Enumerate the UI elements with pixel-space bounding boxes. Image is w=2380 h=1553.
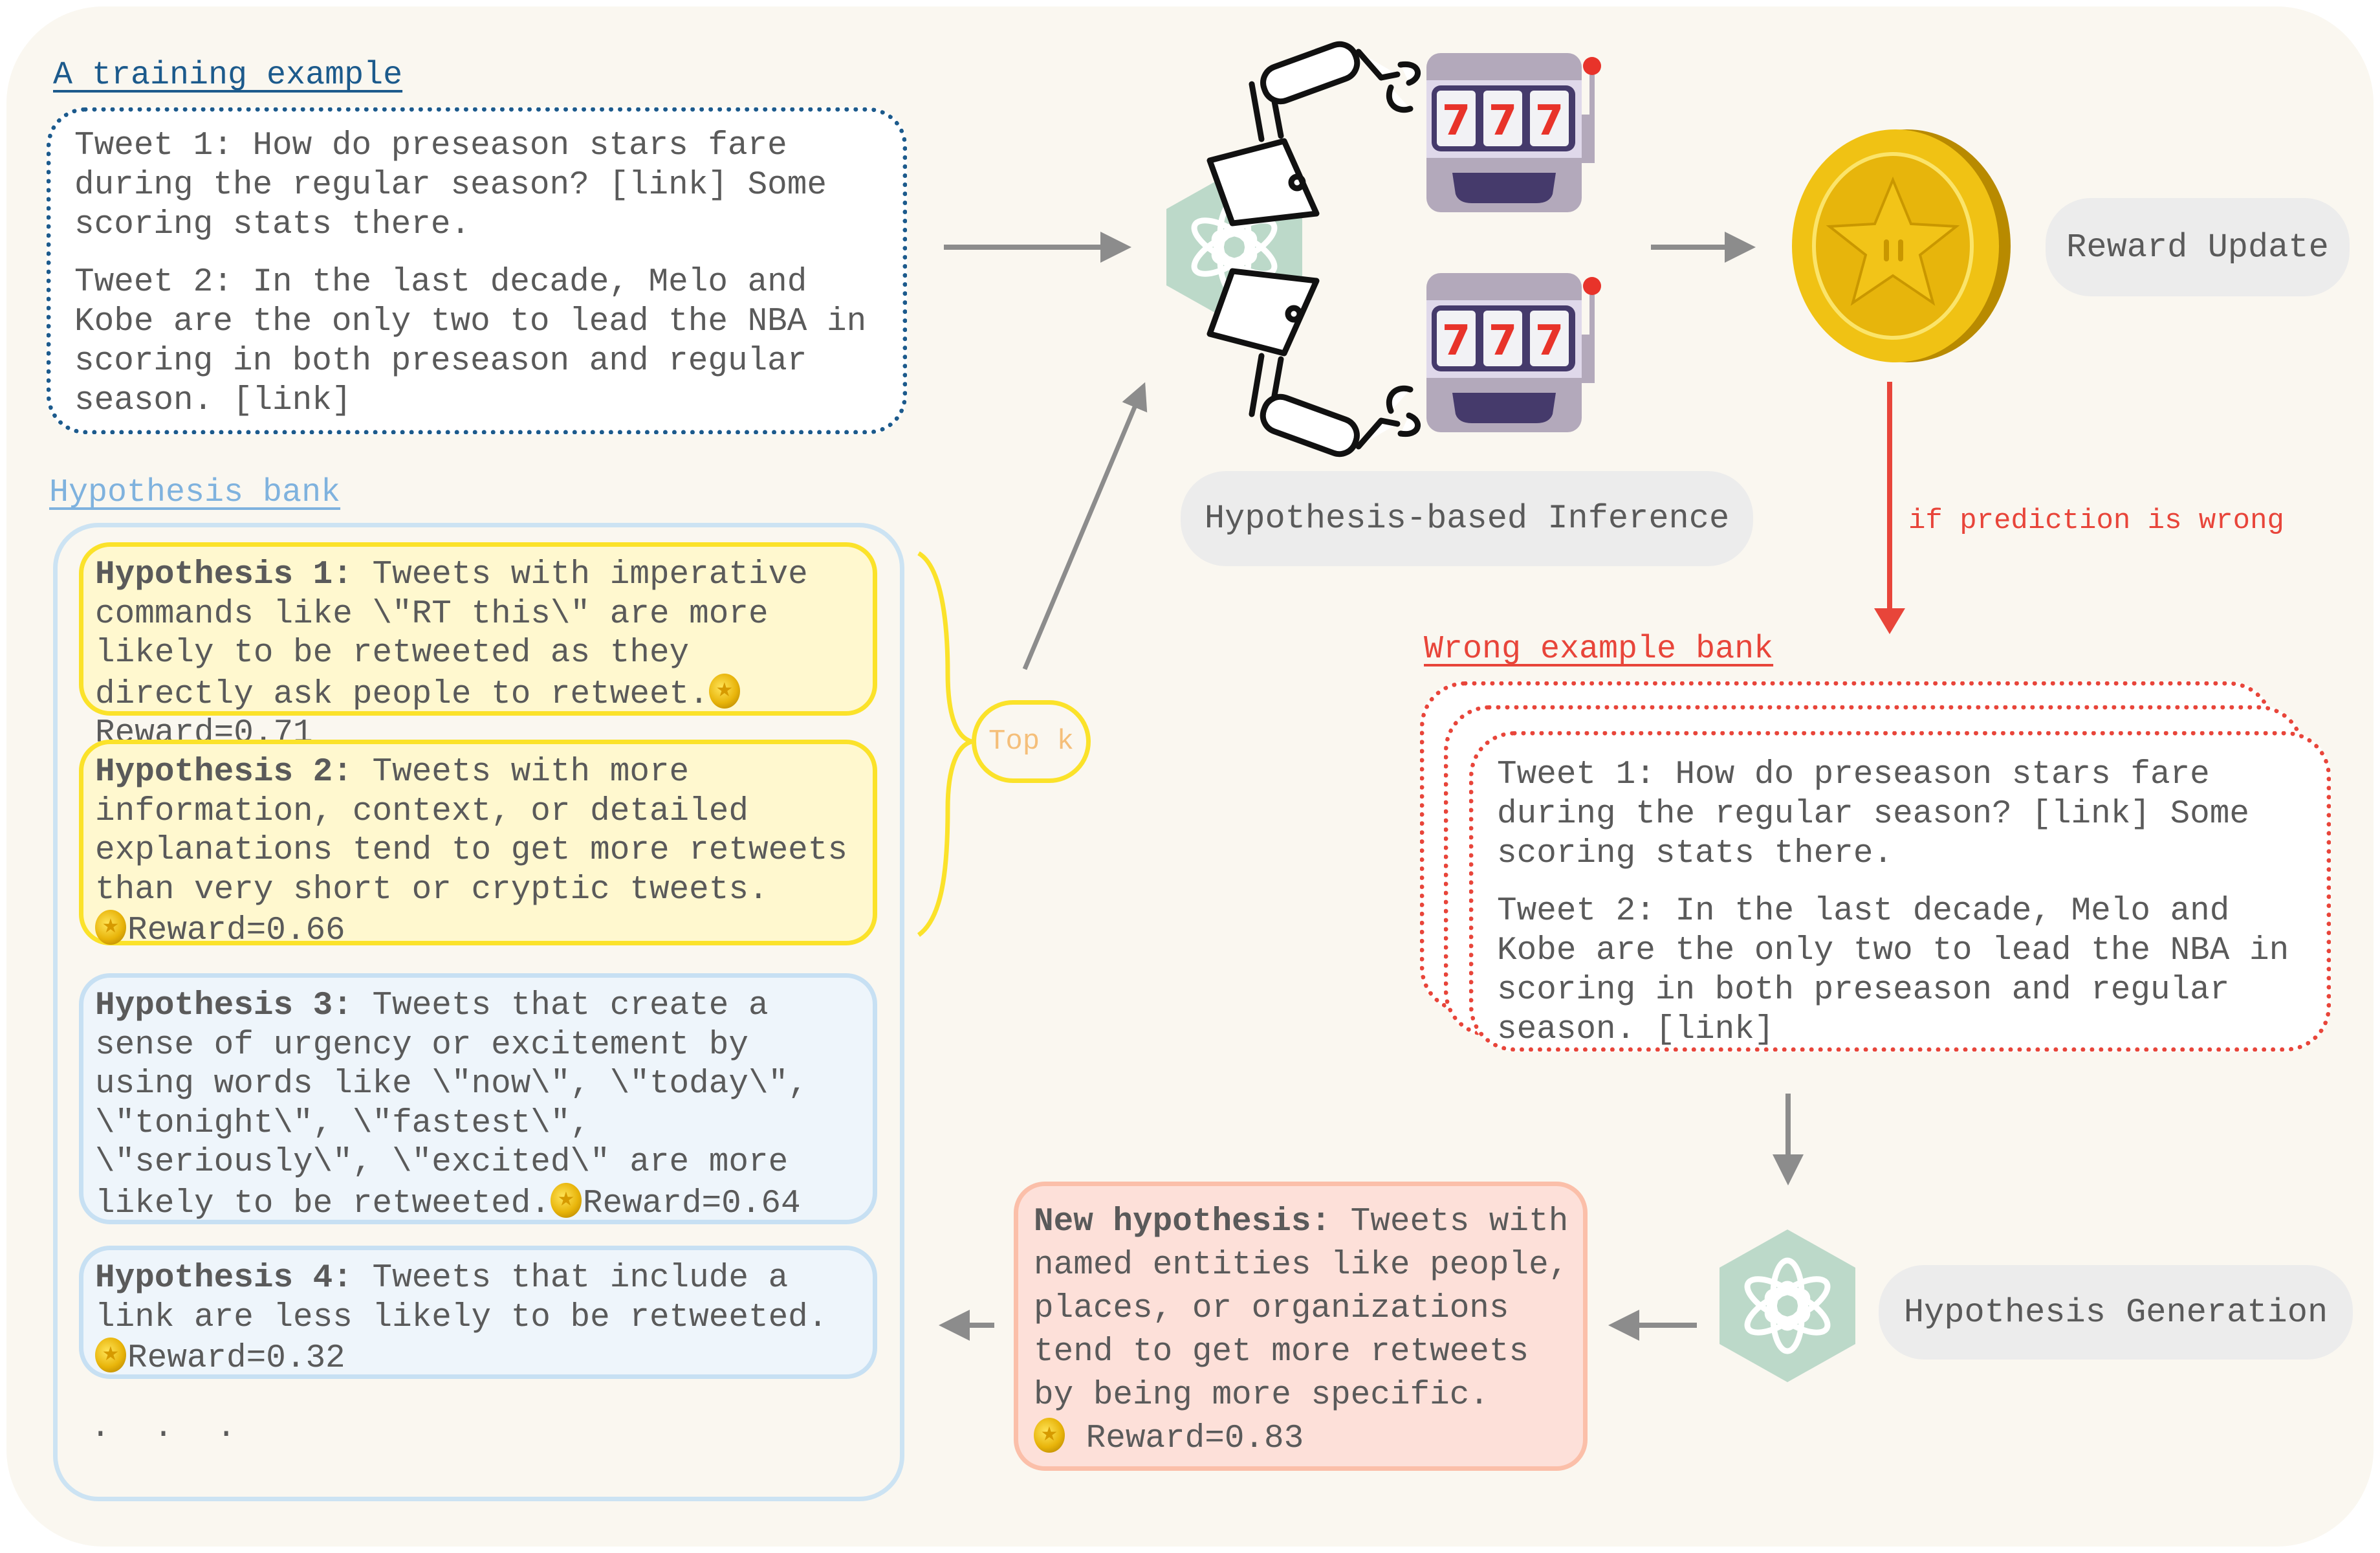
star-coin-icon	[550, 1182, 582, 1218]
wrong-example-card: Tweet 1: How do preseason stars fare dur…	[1469, 731, 2331, 1052]
hypothesis-bank-title: Hypothesis bank	[49, 474, 341, 511]
star-coin-icon	[1034, 1418, 1065, 1453]
training-example-box: Tweet 1: How do preseason stars fare dur…	[47, 107, 907, 434]
hypothesis-card-3[interactable]: Hypothesis 3: Tweets that create a sense…	[79, 973, 877, 1224]
wrong-example-bank-title: Wrong example bank	[1424, 631, 1774, 668]
training-tweet-1: Tweet 1: How do preseason stars fare dur…	[74, 127, 847, 243]
star-coin-icon	[95, 1338, 126, 1372]
hypothesis-reward: Reward=0.66	[127, 912, 345, 949]
wrong-tweet-1: Tweet 1: How do preseason stars fare dur…	[1497, 756, 2269, 872]
new-hypothesis-label: New hypothesis:	[1034, 1204, 1331, 1240]
hypothesis-label: Hypothesis 1:	[95, 556, 353, 593]
hypothesis-card-4[interactable]: Hypothesis 4: Tweets that include a link…	[79, 1246, 877, 1379]
hypothesis-label: Hypothesis 4:	[95, 1260, 353, 1297]
star-coin-icon	[708, 673, 740, 709]
new-hypothesis-reward: Reward=0.83	[1086, 1420, 1304, 1457]
top-k-selector[interactable]: Top k	[972, 700, 1091, 783]
reward-update-label: Reward Update	[2046, 198, 2350, 296]
training-tweet-2: Tweet 2: In the last decade, Melo and Ko…	[74, 264, 886, 419]
hypothesis-card-1[interactable]: Hypothesis 1: Tweets with imperative com…	[79, 542, 877, 752]
hypothesis-card-2[interactable]: Hypothesis 2: Tweets with more informati…	[79, 740, 877, 949]
hypothesis-label: Hypothesis 2:	[95, 754, 353, 791]
new-hypothesis-card[interactable]: New hypothesis: Tweets with named entiti…	[1014, 1182, 1588, 1471]
star-coin-icon	[95, 910, 126, 945]
wrong-tweet-2: Tweet 2: In the last decade, Melo and Ko…	[1497, 893, 2309, 1048]
hypothesis-label: Hypothesis 3:	[95, 987, 353, 1024]
hypothesis-reward: Reward=0.64	[582, 1185, 801, 1222]
more-hypotheses-ellipsis: . . .	[91, 1409, 248, 1446]
hypothesis-generation-label: Hypothesis Generation	[1879, 1265, 2353, 1360]
condition-label: if prediction is wrong	[1908, 505, 2284, 537]
hypothesis-based-inference-label: Hypothesis-based Inference	[1181, 471, 1753, 566]
training-example-title: A training example	[53, 57, 403, 94]
hypothesis-reward: Reward=0.32	[127, 1340, 345, 1377]
